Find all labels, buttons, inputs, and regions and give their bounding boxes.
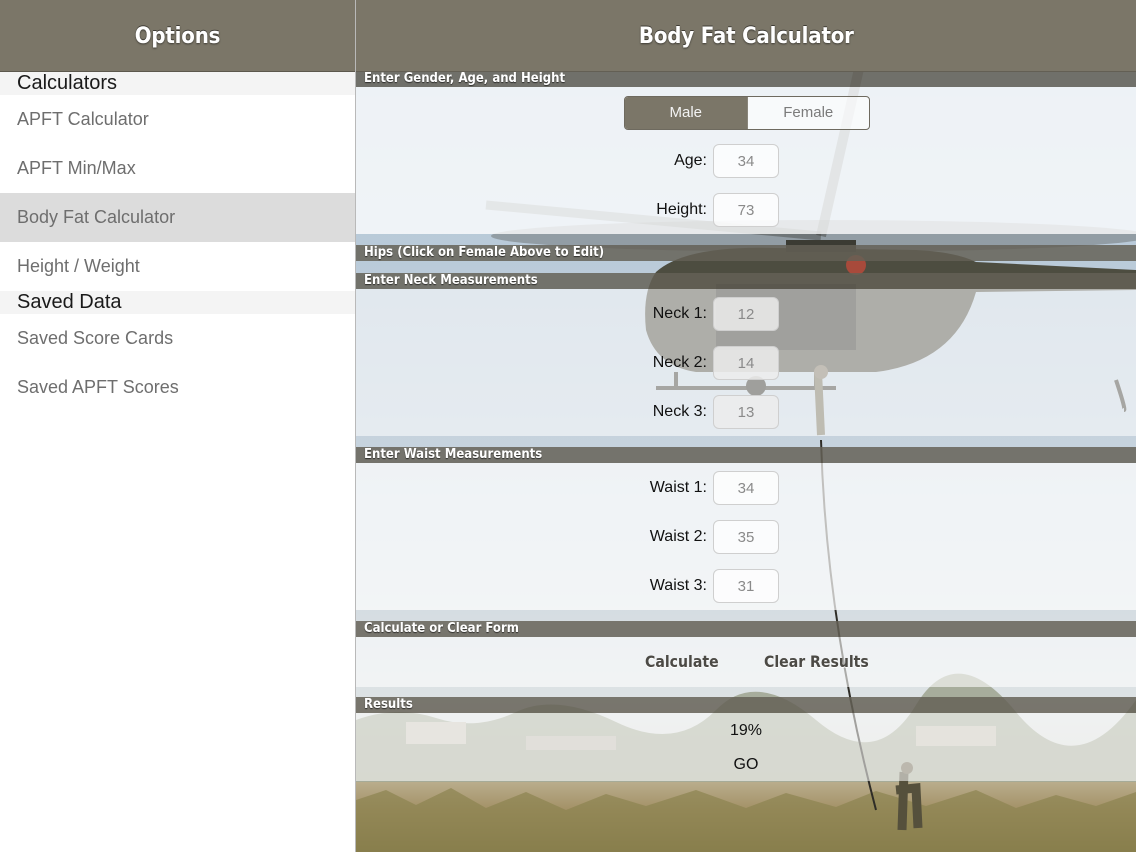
- gender-female-option[interactable]: Female: [746, 97, 870, 129]
- height-row: Height:: [356, 193, 1136, 227]
- go-status-result: GO: [733, 756, 759, 773]
- calculate-button[interactable]: Calculate: [645, 652, 729, 671]
- sidebar-item-saved-score-cards[interactable]: Saved Score Cards: [0, 314, 355, 363]
- section-header-waist: Enter Waist Measurements: [356, 447, 1136, 463]
- body-fat-calculator-panel: Body Fat Calculator Enter Gender, Age, a…: [356, 0, 1136, 852]
- section-header-neck: Enter Neck Measurements: [356, 273, 1136, 289]
- section-header-saved-data: Saved Data: [0, 291, 355, 314]
- sidebar-item-apft-calculator[interactable]: APFT Calculator: [0, 95, 355, 144]
- gender-male-option[interactable]: Male: [625, 97, 747, 129]
- neck2-input[interactable]: [713, 346, 779, 380]
- neck3-row: Neck 3:: [356, 395, 1136, 429]
- waist2-row: Waist 2:: [356, 520, 1136, 554]
- section-header-gender-age-height: Enter Gender, Age, and Height: [356, 71, 1136, 87]
- section-header-hips: Hips (Click on Female Above to Edit): [356, 245, 1136, 261]
- neck1-input[interactable]: [713, 297, 779, 331]
- sidebar-item-body-fat-calculator[interactable]: Body Fat Calculator: [0, 193, 355, 242]
- clear-results-button[interactable]: Clear Results: [764, 652, 883, 671]
- page-title: Body Fat Calculator: [638, 24, 854, 49]
- height-label: Height:: [656, 201, 707, 218]
- gender-segmented-control[interactable]: Male Female: [624, 96, 870, 130]
- waist3-row: Waist 3:: [356, 569, 1136, 603]
- sidebar-item-saved-apft-scores[interactable]: Saved APFT Scores: [0, 363, 355, 412]
- section-header-calculate: Calculate or Clear Form: [356, 621, 1136, 637]
- waist1-row: Waist 1:: [356, 471, 1136, 505]
- body-fat-percent-result: 19%: [729, 722, 763, 739]
- age-label: Age:: [674, 152, 707, 169]
- waist2-label: Waist 2:: [649, 528, 707, 545]
- section-header-calculators: Calculators: [0, 72, 355, 95]
- main-navbar: Body Fat Calculator: [356, 0, 1136, 72]
- sidebar-title: Options: [134, 24, 221, 49]
- waist1-input[interactable]: [713, 471, 779, 505]
- waist3-label: Waist 3:: [649, 577, 707, 594]
- sidebar-item-apft-min-max[interactable]: APFT Min/Max: [0, 144, 355, 193]
- waist1-label: Waist 1:: [649, 479, 707, 496]
- neck3-label: Neck 3:: [652, 403, 707, 420]
- neck3-input[interactable]: [713, 395, 779, 429]
- height-input[interactable]: [713, 193, 779, 227]
- neck1-row: Neck 1:: [356, 297, 1136, 331]
- neck2-label: Neck 2:: [652, 354, 707, 371]
- sidebar-item-height-weight[interactable]: Height / Weight: [0, 242, 355, 291]
- options-sidebar: Options Calculators APFT Calculator APFT…: [0, 0, 356, 852]
- waist2-input[interactable]: [713, 520, 779, 554]
- calculate-panel: [356, 637, 1136, 687]
- waist3-input[interactable]: [713, 569, 779, 603]
- age-row: Age:: [356, 144, 1136, 178]
- neck1-label: Neck 1:: [652, 305, 707, 322]
- age-input[interactable]: [713, 144, 779, 178]
- neck2-row: Neck 2:: [356, 346, 1136, 380]
- sidebar-navbar: Options: [0, 0, 355, 72]
- section-header-results: Results: [356, 697, 1136, 713]
